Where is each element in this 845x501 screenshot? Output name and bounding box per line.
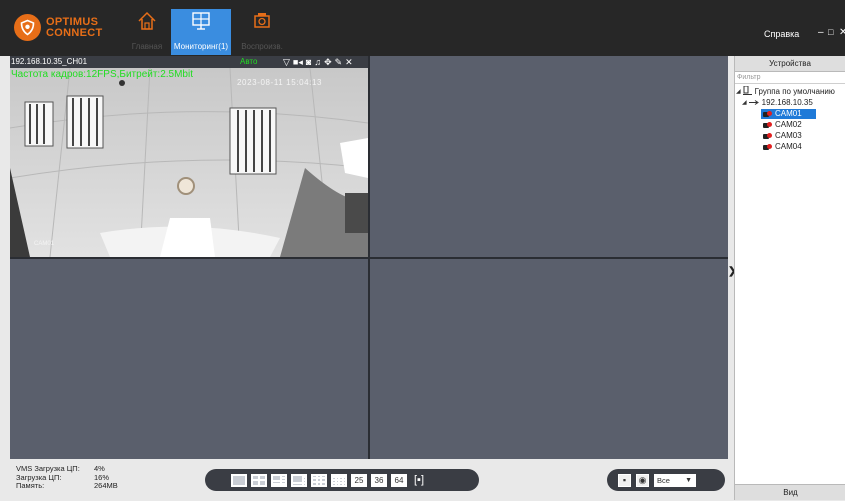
camera-name-overlay: CAM01 <box>34 241 55 247</box>
nav-playback-label: Воспроизв. <box>241 42 283 51</box>
nav-monitoring-label: Мониторинг(1) <box>173 42 229 51</box>
tree-camera-cam04[interactable]: CAM04 <box>763 142 802 152</box>
camera-label: CAM02 <box>775 120 802 129</box>
camera-feed-image <box>10 68 368 257</box>
logo-text: OPTIMUS CONNECT <box>46 15 103 39</box>
video-grid: 192.168.10.35_CH01 Авто ▽ ■◂ ◙ ♫ ✥ ✎ ✕ Ч… <box>10 56 728 459</box>
device-icon <box>748 98 759 108</box>
channel-title: 192.168.10.35_CH01 <box>11 57 88 66</box>
nav-home-label: Главная <box>131 42 163 51</box>
devices-panel: Устройства Фильтр ◢ Группа по умолчанию … <box>734 56 845 500</box>
layout-36-button[interactable]: 36 <box>371 473 387 487</box>
logo-emblem <box>14 14 41 41</box>
layout-4-icon[interactable] <box>251 473 267 487</box>
video-pane-1[interactable]: 192.168.10.35_CH01 Авто ▽ ■◂ ◙ ♫ ✥ ✎ ✕ Ч… <box>10 56 368 257</box>
nav-home-button[interactable]: Главная <box>117 9 177 55</box>
close-button[interactable]: ✕ <box>839 27 845 38</box>
minimize-button[interactable]: – <box>818 27 824 38</box>
view-tab[interactable]: Вид <box>735 484 845 500</box>
tree-device-node[interactable]: ◢ 192.168.10.35 <box>742 98 813 108</box>
group-label: Группа по умолчанию <box>754 87 835 96</box>
refresh-icon[interactable]: ◉ <box>636 473 649 487</box>
group-icon <box>742 85 752 98</box>
camera-label: CAM04 <box>775 142 802 151</box>
close-pane-icon[interactable]: ✕ <box>345 56 353 68</box>
memory-row: Память: 264MB <box>16 481 118 491</box>
snapshot-icon[interactable]: ◙ <box>306 56 311 68</box>
app-logo: OPTIMUS CONNECT <box>14 14 103 41</box>
memory-label: Память: <box>16 481 45 490</box>
video-pane-2[interactable] <box>370 56 728 257</box>
camera-label: CAM03 <box>775 131 802 140</box>
tree-camera-cam01[interactable]: CAM01 <box>761 109 816 119</box>
record-icon[interactable]: ■◂ <box>293 56 303 68</box>
layout-16-icon[interactable] <box>331 473 347 487</box>
camera-icon <box>763 121 772 129</box>
expand-triangle-icon[interactable]: ◢ <box>736 87 741 97</box>
camera-label: CAM01 <box>775 109 802 118</box>
logo-line1: OPTIMUS <box>46 15 99 28</box>
help-link[interactable]: Справка <box>764 29 799 39</box>
save-icon[interactable]: ▪ <box>618 473 631 487</box>
audio-icon[interactable]: ♫ <box>314 56 321 68</box>
tree-camera-cam03[interactable]: CAM03 <box>763 131 802 141</box>
layout-1-icon[interactable] <box>231 473 247 487</box>
tree-camera-cam02[interactable]: CAM02 <box>763 120 802 130</box>
nav-monitoring-button[interactable]: Мониторинг(1) <box>171 9 231 55</box>
home-icon <box>137 11 157 33</box>
devices-header[interactable]: Устройства <box>735 56 845 72</box>
layout-9-icon[interactable] <box>311 473 327 487</box>
ptz-icon[interactable]: ✥ <box>324 56 332 68</box>
mic-icon[interactable]: ✎ <box>335 56 343 68</box>
stream-mode[interactable]: Авто <box>240 56 257 68</box>
dropdown-arrow-icon: ▼ <box>685 476 692 484</box>
stream-info-overlay: Частота кадров:12FPS,Битрейт:2.5Mbit <box>11 69 193 80</box>
nav-playback-button[interactable]: Воспроизв. <box>232 9 292 55</box>
layout-25-button[interactable]: 25 <box>351 473 367 487</box>
device-label: 192.168.10.35 <box>761 98 813 107</box>
stream-dropdown-icon[interactable]: ▽ <box>283 56 290 68</box>
layout-8-icon[interactable] <box>291 473 307 487</box>
monitor-icon <box>191 11 211 33</box>
video-pane-3[interactable] <box>10 259 368 459</box>
layout-64-button[interactable]: 64 <box>391 473 407 487</box>
layout-toolbar: 25 36 64 [▪] <box>205 469 479 491</box>
expand-triangle-icon[interactable]: ◢ <box>742 98 747 108</box>
window-select-value: Все <box>657 475 670 485</box>
fullscreen-icon[interactable]: [▪] <box>411 474 427 487</box>
memory-value: 264MB <box>94 481 118 490</box>
camera-icon <box>763 110 772 118</box>
maximize-button[interactable]: □ <box>828 27 833 37</box>
camera-icon <box>763 143 772 151</box>
pane-title-bar: 192.168.10.35_CH01 Авто ▽ ■◂ ◙ ♫ ✥ ✎ ✕ <box>10 56 368 68</box>
window-select[interactable]: Все ▼ <box>654 473 696 487</box>
system-stats: VMS Загрузка ЦП: 4% Загрузка ЦП: 16% Пам… <box>16 464 118 491</box>
layout-6-icon[interactable] <box>271 473 287 487</box>
top-bar: OPTIMUS CONNECT Главная Мониторинг(1) Во… <box>0 0 845 56</box>
logo-line2: CONNECT <box>46 26 103 39</box>
playback-icon <box>252 11 272 33</box>
timestamp-overlay: 2023-08-11 15:04:13 <box>237 78 323 87</box>
filter-input[interactable]: Фильтр <box>735 72 845 84</box>
video-pane-4[interactable] <box>370 259 728 459</box>
tree-group-node[interactable]: ◢ Группа по умолчанию <box>736 85 835 98</box>
camera-icon <box>763 132 772 140</box>
pane-toolbar: ▽ ■◂ ◙ ♫ ✥ ✎ ✕ <box>283 56 353 68</box>
control-toolbar: ▪ ◉ Все ▼ <box>607 469 725 491</box>
